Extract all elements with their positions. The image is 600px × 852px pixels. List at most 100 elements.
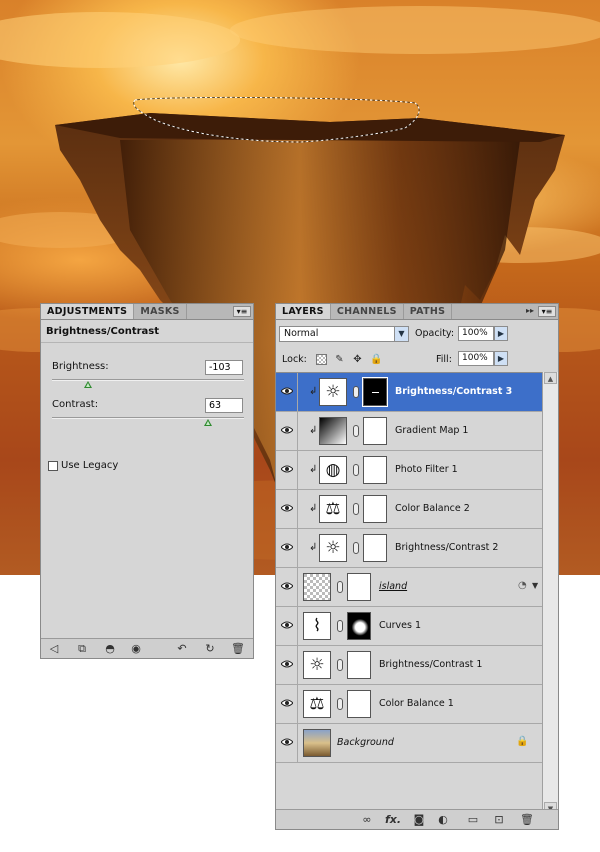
tab-paths[interactable]: PATHS [404,304,453,319]
contrast-slider-track[interactable] [52,417,244,419]
photo-thumbnail[interactable] [303,729,331,757]
visibility-toggle[interactable] [276,646,298,684]
mask-link-icon[interactable] [353,425,359,437]
layer-row[interactable]: ⚖ Color Balance 1 [276,685,542,724]
link-layers-icon[interactable]: ∞ [360,813,374,827]
expand-effects-icon[interactable]: ▼ [532,581,538,590]
opacity-input[interactable]: 100% [458,326,494,341]
fill-input[interactable]: 100% [458,351,494,366]
visibility-toggle[interactable] [276,568,298,606]
brightness-contrast-adjustment-icon[interactable]: ☼ [303,651,331,679]
trash-icon[interactable]: 🗑 [520,813,534,827]
layer-name: island [379,581,408,592]
lock-transparent-icon[interactable] [316,354,327,365]
lock-all-icon[interactable]: 🔒 [370,354,382,365]
brightness-contrast-adjustment-icon[interactable]: ☼ [319,378,347,406]
use-legacy-checkbox[interactable] [48,461,58,471]
layer-mask-thumbnail[interactable] [363,417,387,445]
fill-arrow-icon[interactable]: ▶ [494,351,508,366]
lock-position-move-icon[interactable]: ✥ [352,354,363,365]
mask-link-icon[interactable] [353,542,359,554]
eye-icon [281,504,293,512]
clip-to-layer-icon[interactable]: ◓ [103,642,117,656]
new-adjustment-layer-icon[interactable]: ◐ [436,813,450,827]
tab-channels[interactable]: CHANNELS [331,304,404,319]
layers-scrollbar[interactable]: ▲ ▼ [542,372,558,814]
background-lock-icon: 🔒 [516,736,529,747]
panel-menu-icon[interactable]: ▾≡ [538,306,556,317]
mask-link-icon[interactable] [353,464,359,476]
layer-mask-thumbnail[interactable] [347,573,371,601]
layer-row[interactable]: ☼ Brightness/Contrast 1 [276,646,542,685]
mask-link-icon[interactable] [337,659,343,671]
layer-mask-thumbnail[interactable] [347,690,371,718]
trash-icon[interactable]: 🗑 [231,642,245,656]
opacity-arrow-icon[interactable]: ▶ [494,326,508,341]
chevron-down-icon[interactable]: ▼ [394,327,408,341]
clipping-arrow-icon: ↲ [309,542,318,553]
brightness-slider-track[interactable] [52,379,244,381]
color-balance-adjustment-icon[interactable]: ⚖ [319,495,347,523]
scroll-up-icon[interactable]: ▲ [544,372,557,384]
mask-link-icon[interactable] [337,581,343,593]
mask-link-icon[interactable] [337,620,343,632]
tab-layers[interactable]: LAYERS [276,304,331,319]
layer-name: Curves 1 [379,620,422,631]
lock-image-brush-icon[interactable]: ✎ [334,354,345,365]
layer-row[interactable]: Background 🔒 [276,724,542,763]
expanded-view-icon[interactable]: ⧉ [75,642,89,656]
layer-row[interactable]: ↲ Gradient Map 1 [276,412,542,451]
color-balance-adjustment-icon[interactable]: ⚖ [303,690,331,718]
opacity-label: Opacity: [415,328,455,339]
visibility-toggle[interactable] [276,724,298,762]
reset-icon[interactable]: ↻ [203,642,217,656]
mask-link-icon[interactable] [353,386,359,398]
clipping-arrow-icon: ↲ [309,464,318,475]
visibility-toggle[interactable] [276,373,298,411]
layer-mask-thumbnail[interactable] [363,495,387,523]
layer-mask-thumbnail[interactable] [363,456,387,484]
new-group-icon[interactable]: ▭ [466,813,480,827]
layers-bottom-bar: ∞ fx. ◙ ◐ ▭ ⊡ 🗑 [276,809,558,829]
layer-mask-thumbnail[interactable] [363,534,387,562]
brightness-slider-thumb[interactable] [84,381,93,388]
smart-object-thumbnail[interactable] [303,573,331,601]
visibility-toggle[interactable] [276,412,298,450]
layer-row[interactable]: island ◔ ▼ [276,568,542,607]
new-layer-icon[interactable]: ⊡ [492,813,506,827]
brightness-input[interactable] [205,360,243,375]
mask-link-icon[interactable] [353,503,359,515]
eye-icon [281,660,293,668]
mask-link-icon[interactable] [337,698,343,710]
visibility-toggle[interactable] [276,685,298,723]
visibility-toggle[interactable] [276,607,298,645]
tab-masks[interactable]: MASKS [134,304,187,319]
layer-mask-thumbnail[interactable] [362,377,388,407]
layer-effects-icon[interactable]: ◔ [518,580,527,591]
add-mask-icon[interactable]: ◙ [412,813,426,827]
layer-mask-thumbnail[interactable] [347,612,371,640]
layer-row[interactable]: ⌇ Curves 1 [276,607,542,646]
blend-mode-select[interactable]: Normal ▼ [279,326,409,342]
contrast-input[interactable] [205,398,243,413]
layer-row[interactable]: ↲ ⚖ Color Balance 2 [276,490,542,529]
tab-adjustments[interactable]: ADJUSTMENTS [41,304,135,319]
curves-adjustment-icon[interactable]: ⌇ [303,612,331,640]
layer-row[interactable]: ↲ ☼ Brightness/Contrast 2 [276,529,542,568]
brightness-contrast-adjustment-icon[interactable]: ☼ [319,534,347,562]
layer-row[interactable]: ↲ ◍ Photo Filter 1 [276,451,542,490]
visibility-eye-icon[interactable]: ◉ [129,642,143,656]
collapse-icon[interactable]: ▸▸ [526,306,534,315]
visibility-toggle[interactable] [276,529,298,567]
previous-state-icon[interactable]: ↶ [175,642,189,656]
layer-style-fx-icon[interactable]: fx. [384,813,402,827]
return-to-list-icon[interactable]: ◁ [47,642,61,656]
panel-menu-icon[interactable]: ▾≡ [233,306,251,317]
photo-filter-adjustment-icon[interactable]: ◍ [319,456,347,484]
gradient-map-adjustment-icon[interactable] [319,417,347,445]
layer-row[interactable]: ↲ ☼ Brightness/Contrast 3 [276,373,542,412]
visibility-toggle[interactable] [276,490,298,528]
layer-mask-thumbnail[interactable] [347,651,371,679]
visibility-toggle[interactable] [276,451,298,489]
contrast-slider-thumb[interactable] [203,419,212,426]
